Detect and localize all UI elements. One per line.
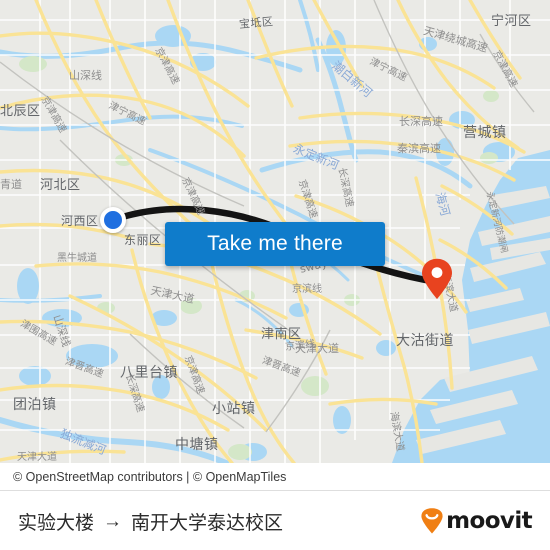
- take-me-there-button[interactable]: Take me there: [165, 222, 385, 266]
- moovit-trip-map-screen: 宁河区 宝坻区 团泊镇 北辰区 河北区 河西区 东丽区 津南区 八里台镇 小站镇 中塘镇 营城镇 大沽街…: [0, 0, 550, 550]
- moovit-logo[interactable]: moovit: [420, 508, 533, 534]
- trip-summary-bar: 实验大楼 → 南开大学泰达校区 moovit: [0, 492, 550, 550]
- moovit-pin-icon: [421, 508, 443, 534]
- map-pin-icon: [422, 258, 452, 299]
- arrow-right-icon: →: [103, 510, 123, 532]
- map-canvas[interactable]: 宁河区 宝坻区 团泊镇 北辰区 河北区 河西区 东丽区 津南区 八里台镇 小站镇 中塘镇 营城镇 大沽街…: [0, 0, 550, 463]
- attribution-text[interactable]: © OpenStreetMap contributors | © OpenMap…: [13, 470, 286, 484]
- destination-marker[interactable]: [420, 258, 454, 300]
- journey-origin-label: 实验大楼: [18, 511, 95, 534]
- map-attribution-bar: © OpenStreetMap contributors | © OpenMap…: [0, 463, 550, 491]
- moovit-wordmark: moovit: [446, 508, 532, 534]
- journey-destination-label: 南开大学泰达校区: [131, 511, 284, 534]
- origin-marker[interactable]: [100, 207, 126, 233]
- journey-endpoints: 实验大楼 → 南开大学泰达校区: [18, 508, 420, 535]
